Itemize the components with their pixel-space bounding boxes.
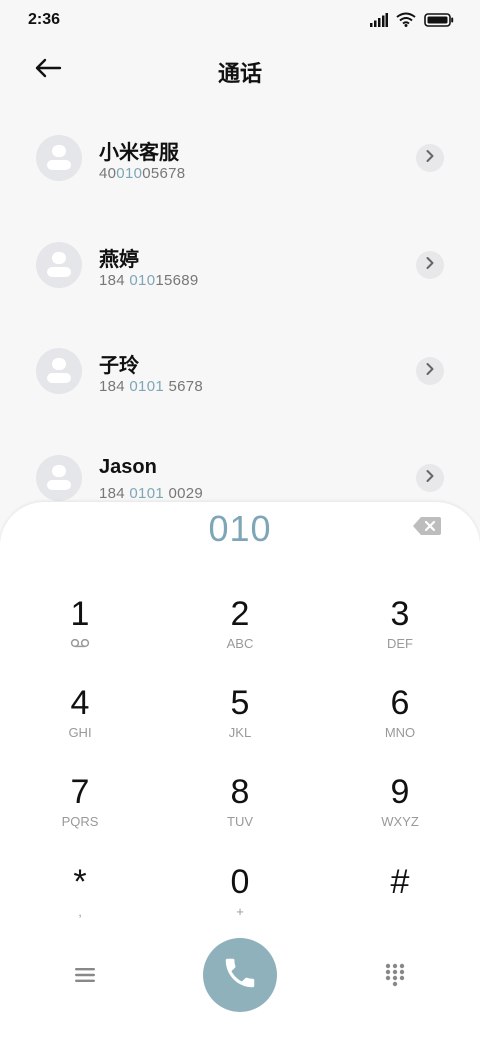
dial-key-0[interactable]: 0 +: [180, 862, 300, 942]
key-digit: 3: [390, 595, 410, 633]
dialed-number: 010: [208, 508, 272, 549]
key-letters: +: [236, 904, 244, 919]
dial-key-2[interactable]: 2 ABC: [180, 594, 300, 674]
header: 通话: [0, 48, 480, 92]
menu-icon: [75, 967, 95, 988]
dial-key-9[interactable]: 9 WXYZ: [340, 772, 460, 852]
match-highlight: 0101: [129, 378, 164, 395]
contact-detail-button[interactable]: [416, 464, 444, 492]
dial-key-8[interactable]: 8 TUV: [180, 772, 300, 852]
key-digit: 4: [70, 684, 90, 722]
key-letters: JKL: [228, 725, 252, 740]
dial-key-7[interactable]: 7 PQRS: [20, 772, 140, 852]
key-letters: WXYZ: [381, 814, 419, 829]
contact-name: 子玲: [99, 355, 139, 377]
key-letters: TUV: [227, 814, 253, 829]
contact-number: 184 01015689: [99, 272, 199, 289]
dial-key-star[interactable]: * ,: [20, 862, 140, 942]
contact-name: 小米客服: [99, 142, 179, 164]
avatar: [36, 242, 82, 288]
key-letters: ,: [78, 904, 82, 919]
key-digit: 1: [70, 595, 90, 633]
avatar: [36, 135, 82, 181]
backspace-icon: [412, 517, 442, 540]
status-bar: 2:36: [0, 0, 480, 40]
match-highlight: 0101: [129, 485, 164, 502]
contact-number: 184 0101 5678: [99, 378, 204, 395]
dial-key-1[interactable]: 1: [20, 594, 140, 674]
chevron-right-icon: [425, 256, 435, 275]
dialpad-action-bar: [0, 938, 480, 1018]
chevron-right-icon: [425, 362, 435, 381]
avatar: [36, 348, 82, 394]
contact-detail-button[interactable]: [416, 144, 444, 172]
wifi-icon: [396, 12, 416, 32]
key-digit: 2: [230, 595, 250, 633]
key-letters: ABC: [226, 636, 254, 651]
contact-detail-button[interactable]: [416, 357, 444, 385]
voicemail-icon: [20, 636, 140, 652]
match-highlight: 010: [129, 272, 156, 289]
keypad-toggle-button[interactable]: [378, 960, 412, 994]
key-digit: 5: [230, 684, 250, 722]
key-digit: 6: [390, 684, 410, 722]
status-icons: [370, 12, 454, 32]
backspace-button[interactable]: [412, 516, 444, 538]
key-digit: #: [390, 863, 410, 901]
contact-row[interactable]: 小米客服 4001005678: [0, 110, 480, 206]
key-letters: PQRS: [61, 814, 99, 829]
phone-icon: [221, 954, 259, 997]
chevron-right-icon: [425, 469, 435, 488]
dial-key-6[interactable]: 6 MNO: [340, 683, 460, 763]
avatar: [36, 455, 82, 501]
dial-key-5[interactable]: 5 JKL: [180, 683, 300, 763]
menu-button[interactable]: [68, 962, 102, 992]
dial-key-4[interactable]: 4 GHI: [20, 683, 140, 763]
key-digit: *: [73, 863, 87, 901]
key-letters: GHI: [68, 725, 92, 740]
battery-icon: [424, 12, 454, 32]
key-digit: 0: [230, 863, 250, 901]
match-highlight: 010: [116, 165, 143, 182]
page-title: 通话: [217, 61, 262, 86]
contact-row[interactable]: 子玲 184 0101 5678: [0, 323, 480, 419]
key-letters: MNO: [384, 725, 416, 740]
contact-number: 4001005678: [99, 165, 186, 182]
dialpad-panel: 010 1 2 ABC 3 DEF 4 GHI 5 JKL 6 MNO 7 PQ…: [0, 502, 480, 1040]
contact-detail-button[interactable]: [416, 251, 444, 279]
key-digit: 7: [70, 773, 90, 811]
contact-number: 184 0101 0029: [99, 485, 204, 502]
key-letters: DEF: [387, 636, 413, 651]
dial-key-hash[interactable]: #: [340, 862, 460, 942]
contact-name: 燕婷: [99, 249, 139, 271]
contact-name: Jason: [99, 456, 157, 478]
dial-key-3[interactable]: 3 DEF: [340, 594, 460, 674]
chevron-right-icon: [425, 149, 435, 168]
signal-icon: [370, 12, 388, 32]
key-digit: 8: [230, 773, 250, 811]
key-digit: 9: [390, 773, 410, 811]
contact-row[interactable]: 燕婷 184 01015689: [0, 217, 480, 313]
call-button[interactable]: [203, 938, 277, 1012]
status-time: 2:36: [28, 11, 61, 28]
keypad-icon: [385, 963, 405, 992]
